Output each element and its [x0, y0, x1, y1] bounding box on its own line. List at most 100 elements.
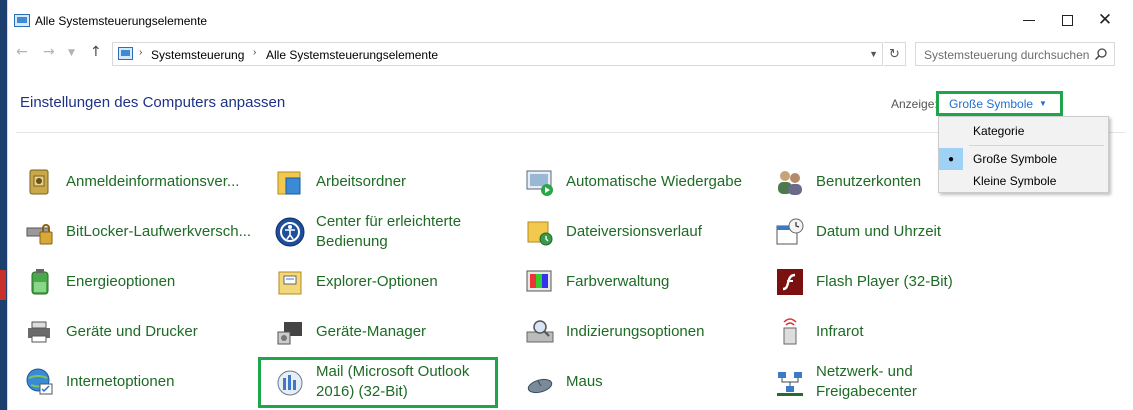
flash-player-icon: [777, 269, 803, 295]
control-item-label: Center für erleichterte Bedienung: [316, 213, 462, 250]
forward-arrow-icon[interactable]: →: [43, 44, 55, 60]
breadcrumb-chevron-icon[interactable]: ›: [253, 47, 256, 58]
control-item-file-history[interactable]: Dateiversionsverlauf: [524, 212, 764, 252]
view-option-label: Große Symbole: [973, 152, 1058, 166]
device-manager-icon: [277, 322, 302, 345]
minimize-button[interactable]: [1009, 6, 1049, 34]
selected-bullet-icon: ●: [939, 148, 963, 170]
close-button[interactable]: ✕: [1085, 6, 1125, 34]
control-item-power-options[interactable]: Energieoptionen: [24, 262, 264, 302]
control-item-mouse[interactable]: Maus: [524, 362, 764, 402]
control-item-devices-printers[interactable]: Geräte und Drucker: [24, 312, 264, 352]
control-item-color-management[interactable]: Farbverwaltung: [524, 262, 764, 302]
control-item-label: Explorer-Optionen: [316, 273, 438, 290]
window-title: Alle Systemsteuerungselemente: [35, 14, 208, 28]
control-item-label: Automatische Wiedergabe: [566, 173, 742, 190]
control-item-label: Internetoptionen: [66, 373, 175, 390]
view-option-kategorie[interactable]: Kategorie: [939, 120, 1108, 142]
control-item-label: Dateiversionsverlauf: [566, 223, 702, 240]
control-item-label: Flash Player (32-Bit): [816, 273, 953, 290]
infrared-icon: [783, 318, 797, 345]
control-item-label: Maus: [566, 373, 603, 390]
color-management-icon: [526, 270, 552, 292]
control-item-device-manager[interactable]: Geräte-Manager: [274, 312, 514, 352]
control-item-label: Geräte-Manager: [316, 323, 427, 340]
control-item-internet-options[interactable]: Internetoptionen: [24, 362, 264, 402]
dropdown-caret-icon: ▼: [1039, 99, 1047, 108]
internet-options-icon: [26, 368, 53, 395]
control-item-label: Farbverwaltung: [566, 273, 670, 290]
control-panel-icon: [14, 14, 30, 27]
control-item-credential-manager[interactable]: Anmeldeinformationsver...: [24, 162, 264, 202]
desktop-icon-fragment: [0, 270, 6, 300]
control-item-network-sharing[interactable]: Netzwerk- und Freigabecenter: [774, 362, 1014, 402]
page-title: Einstellungen des Computers anpassen: [20, 94, 286, 111]
explorer-options-icon: [278, 271, 302, 295]
file-history-icon: [527, 221, 553, 246]
user-accounts-icon: [778, 171, 802, 195]
minimize-icon: [1023, 19, 1035, 21]
maximize-icon: [1061, 14, 1073, 26]
control-item-label: Arbeitsordner: [316, 173, 407, 190]
view-option-label: Kategorie: [973, 124, 1025, 138]
breadcrumb-all-items[interactable]: Alle Systemsteuerungselemente: [266, 48, 438, 62]
navigation-bar: ← → ▼ ↑ › Systemsteuerung › Alle Systems…: [8, 40, 1133, 68]
menu-divider: [969, 145, 1104, 146]
breadcrumb-systemsteuerung[interactable]: Systemsteuerung: [151, 48, 244, 62]
bitlocker-icon: [26, 224, 53, 245]
indexing-options-icon: [526, 320, 554, 343]
desktop-background: [0, 0, 7, 410]
view-label: Anzeige:: [891, 97, 938, 111]
search-icon[interactable]: [1094, 47, 1108, 61]
back-arrow-icon[interactable]: ←: [16, 44, 28, 60]
control-panel-icon: [118, 47, 133, 60]
control-item-bitlocker[interactable]: BitLocker-Laufwerkversch...: [24, 212, 264, 252]
power-options-icon: [31, 269, 49, 295]
address-bar[interactable]: › Systemsteuerung › Alle Systemsteuerung…: [112, 42, 883, 66]
control-item-label: Energieoptionen: [66, 273, 176, 290]
control-panel-window: Alle Systemsteuerungselemente ✕ ← → ▼ ↑ …: [7, 0, 1133, 410]
view-dropdown-menu: Kategorie ● Große Symbole Kleine Symbole: [938, 116, 1109, 193]
address-dropdown-chevron-icon[interactable]: ▼: [869, 49, 878, 59]
control-item-label: Geräte und Drucker: [66, 323, 198, 340]
devices-printers-icon: [28, 321, 50, 343]
autoplay-icon: [526, 170, 553, 196]
view-option-label: Kleine Symbole: [973, 174, 1057, 188]
control-item-infrared[interactable]: Infrarot: [774, 312, 1014, 352]
network-sharing-icon: [777, 372, 803, 396]
control-item-date-time[interactable]: Datum und Uhrzeit: [774, 212, 1014, 252]
control-item-label: Datum und Uhrzeit: [816, 223, 942, 240]
title-bar[interactable]: Alle Systemsteuerungselemente ✕: [8, 0, 1133, 40]
control-item-autoplay[interactable]: Automatische Wiedergabe: [524, 162, 764, 202]
close-icon: ✕: [1097, 9, 1113, 30]
control-item-label: Benutzerkonten: [816, 173, 922, 190]
credential-manager-icon: [29, 169, 49, 195]
control-item-flash-player[interactable]: Flash Player (32-Bit): [774, 262, 1014, 302]
control-item-label: Infrarot: [816, 323, 864, 340]
control-item-label: Netzwerk- und Freigabecenter: [816, 363, 917, 400]
up-arrow-icon[interactable]: ↑: [90, 44, 102, 60]
date-time-icon: [776, 218, 804, 245]
view-option-grosse-symbole[interactable]: ● Große Symbole: [939, 148, 1108, 170]
control-item-work-folders[interactable]: Arbeitsordner: [274, 162, 514, 202]
work-folders-icon: [277, 171, 301, 195]
mouse-icon: [527, 378, 553, 394]
refresh-icon: ↻: [889, 46, 900, 62]
view-dropdown[interactable]: Große Symbole ▼: [936, 91, 1063, 116]
search-input[interactable]: Systemsteuerung durchsuchen: [915, 42, 1115, 66]
recent-locations-chevron-icon[interactable]: ▼: [68, 48, 75, 58]
highlight-annotation: [258, 357, 498, 408]
control-item-explorer-options[interactable]: Explorer-Optionen: [274, 262, 514, 302]
view-dropdown-value: Große Symbole: [949, 96, 1034, 111]
breadcrumb-chevron-icon[interactable]: ›: [139, 47, 142, 58]
control-item-label: Indizierungsoptionen: [566, 323, 705, 340]
control-item-label: BitLocker-Laufwerkversch...: [66, 223, 252, 240]
ease-of-access-icon: [275, 217, 305, 247]
control-item-label: Anmeldeinformationsver...: [66, 173, 240, 190]
control-item-ease-of-access[interactable]: Center für erleichterte Bedienung: [274, 212, 514, 252]
view-option-kleine-symbole[interactable]: Kleine Symbole: [939, 170, 1108, 192]
control-item-indexing-options[interactable]: Indizierungsoptionen: [524, 312, 764, 352]
search-placeholder: Systemsteuerung durchsuchen: [924, 48, 1090, 62]
refresh-button[interactable]: ↻: [884, 42, 906, 66]
maximize-button[interactable]: [1047, 6, 1087, 34]
